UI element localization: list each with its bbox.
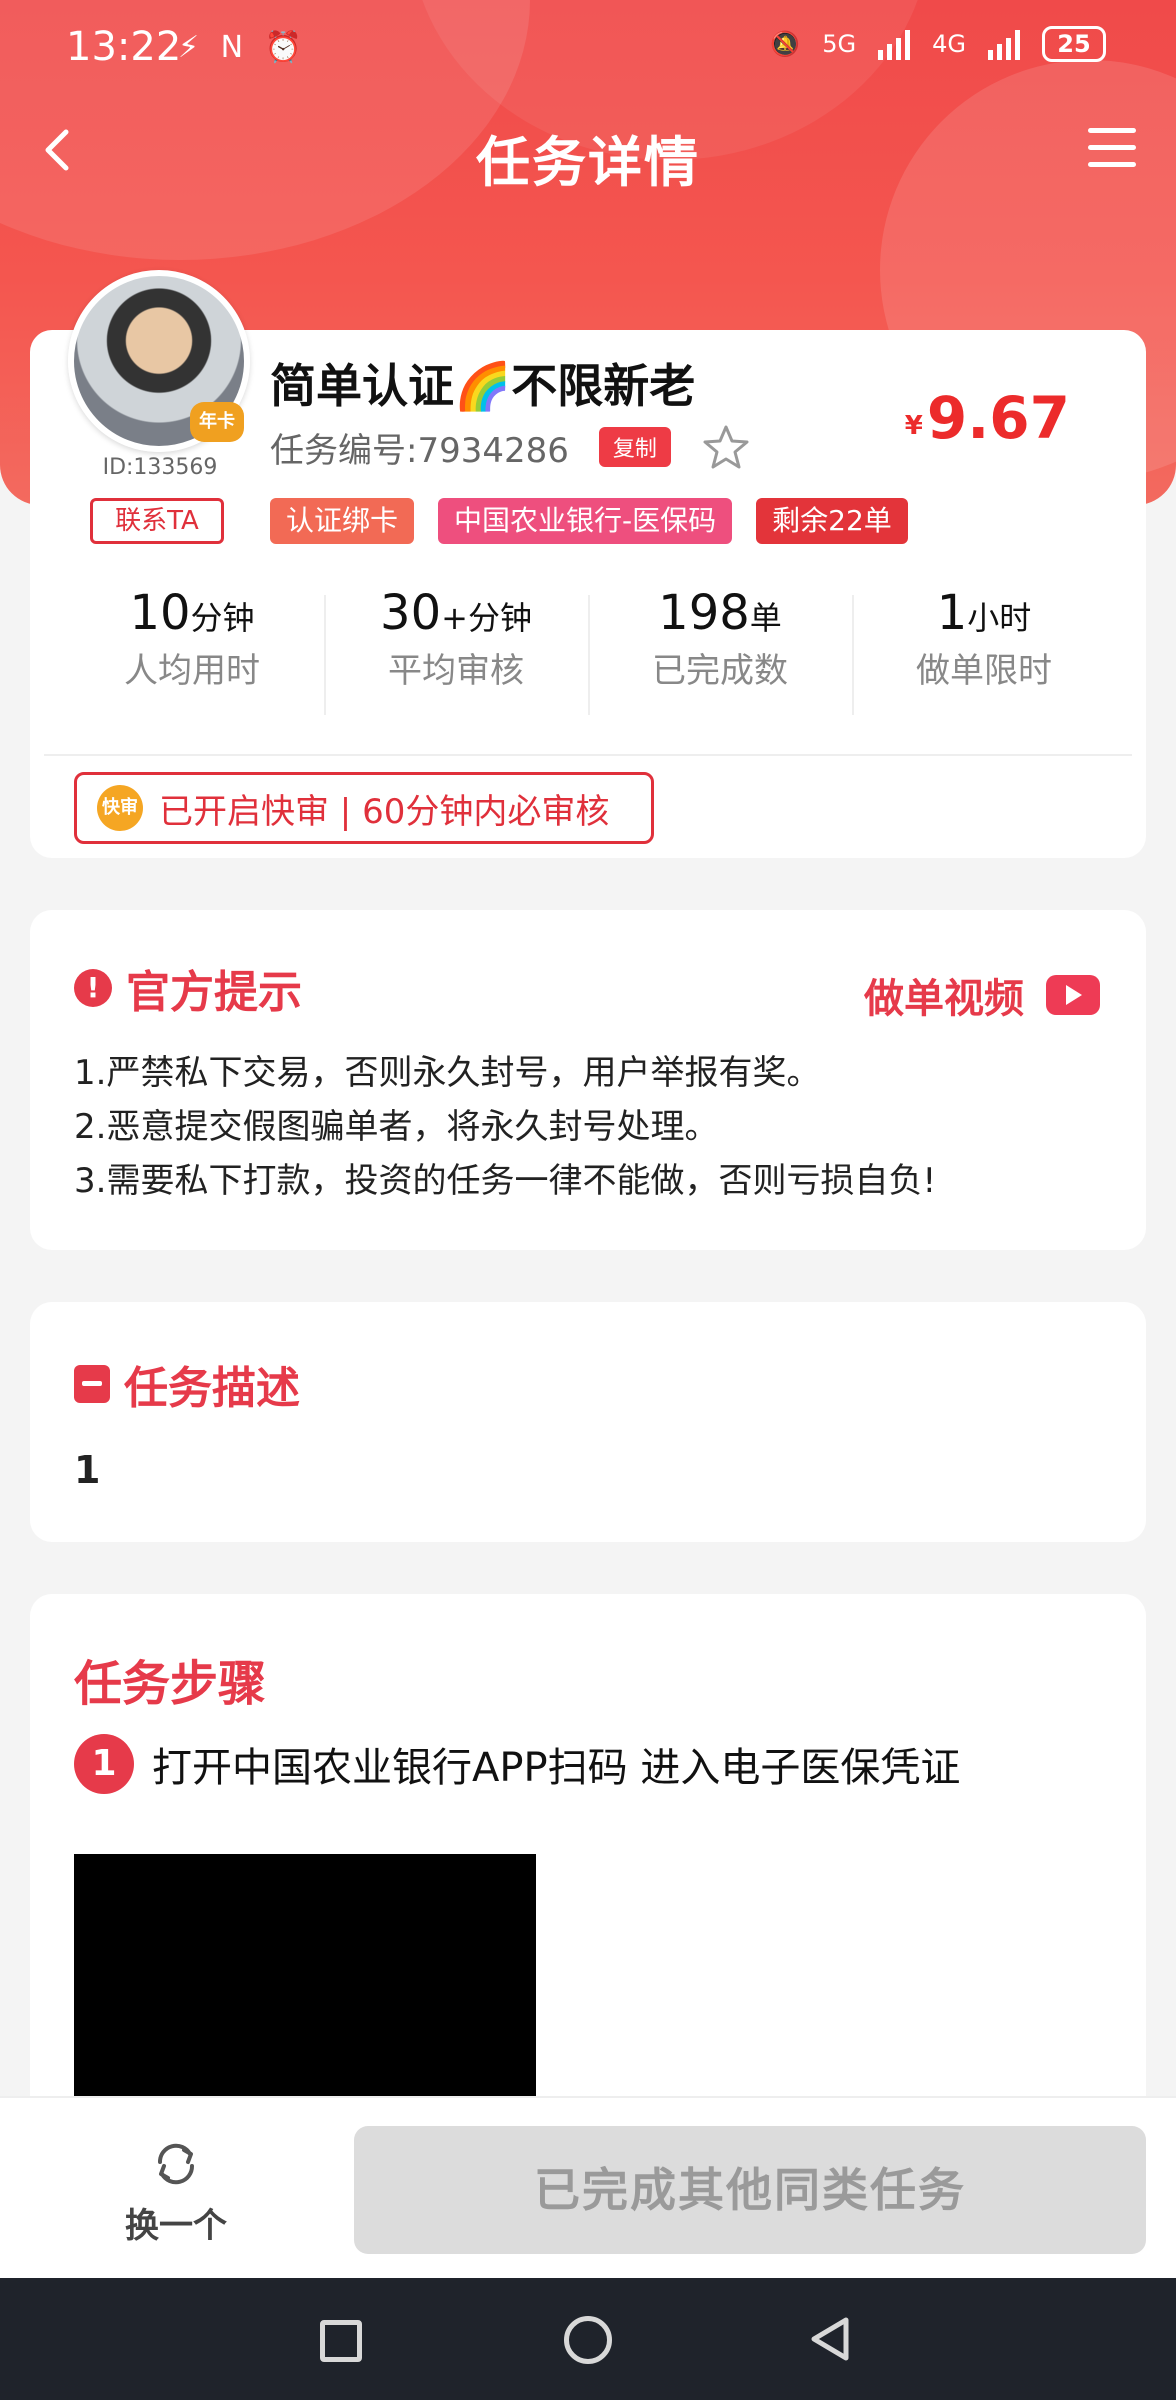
description-heading: 任务描述 bbox=[74, 1352, 300, 1416]
menu-icon[interactable] bbox=[1088, 128, 1136, 172]
alert-icon: ! bbox=[74, 969, 112, 1007]
notice-lines: 1.严禁私下交易，否则永久封号，用户举报有奖。 2.恶意提交假图骗单者，将永久封… bbox=[74, 1046, 936, 1208]
swap-task-button[interactable]: 换一个 bbox=[96, 2136, 256, 2247]
notice-line: 3.需要私下打款，投资的任务一律不能做，否则亏损自负! bbox=[74, 1161, 937, 1201]
stat-unit: 分钟 bbox=[190, 599, 255, 637]
avatar-badge: 年卡 bbox=[190, 402, 244, 442]
network-4g-label: 4G bbox=[932, 30, 966, 58]
battery-icon: 25 bbox=[1042, 26, 1106, 62]
stat-label: 人均用时 bbox=[124, 651, 260, 691]
step-image[interactable] bbox=[74, 1854, 536, 2114]
official-notice-card: ! 官方提示 做单视频 1.严禁私下交易，否则永久封号，用户举报有奖。 2.恶意… bbox=[30, 910, 1146, 1250]
status-bar: 13:22 ⚡ N ⏰ 🔕 5G 4G 25 bbox=[0, 0, 1176, 100]
recent-apps-icon[interactable] bbox=[320, 2320, 362, 2362]
price-value: 9.67 bbox=[926, 384, 1070, 452]
task-stats: 10分钟 人均用时 30+分钟 平均审核 198单 已完成数 1小时 做单限时 bbox=[60, 585, 1116, 715]
video-link-label: 做单视频 bbox=[864, 976, 1024, 1022]
stat-value: 10 bbox=[129, 585, 191, 641]
page-title: 任务详情 bbox=[476, 131, 700, 194]
notice-line: 1.严禁私下交易，否则永久封号，用户举报有奖。 bbox=[74, 1053, 821, 1093]
network-5g-label: 5G bbox=[822, 30, 857, 58]
mute-icon: 🔕 bbox=[770, 30, 801, 58]
task-price: ¥9.67 bbox=[905, 384, 1070, 452]
system-nav-bar bbox=[0, 2278, 1176, 2400]
task-title: 简单认证🌈不限新老 bbox=[270, 359, 696, 413]
signal-icon bbox=[988, 28, 1020, 60]
signal-icon bbox=[878, 28, 911, 60]
swap-task-label: 换一个 bbox=[125, 2206, 227, 2246]
navbar: 任务详情 bbox=[0, 110, 1176, 194]
stat-avg-review: 30+分钟 平均审核 bbox=[324, 585, 588, 715]
stat-time-limit: 1小时 做单限时 bbox=[852, 585, 1116, 715]
step-item: 1 打开中国农业银行APP扫码 进入电子医保凭证 bbox=[74, 1734, 960, 1794]
notice-heading: ! 官方提示 bbox=[74, 956, 302, 1020]
stat-value: 1 bbox=[936, 585, 968, 641]
step-number: 1 bbox=[74, 1734, 134, 1794]
copy-button[interactable]: 复制 bbox=[598, 427, 671, 467]
quick-review-text: 已开启快审 | 60分钟内必审核 bbox=[159, 791, 610, 832]
task-tags: 认证绑卡 中国农业银行-医保码 剩余22单 bbox=[270, 498, 908, 544]
stat-unit: +分钟 bbox=[441, 599, 532, 637]
tag-platform: 中国农业银行-医保码 bbox=[438, 498, 733, 544]
status-time: 13:22 bbox=[66, 24, 182, 70]
video-icon bbox=[1046, 975, 1100, 1015]
tag-category: 认证绑卡 bbox=[270, 498, 415, 544]
description-text: 1 bbox=[74, 1448, 101, 1492]
stat-value: 30 bbox=[380, 585, 442, 641]
steps-title: 任务步骤 bbox=[74, 1656, 267, 1712]
stat-label: 平均审核 bbox=[388, 651, 524, 691]
bottom-action-bar: 换一个 已完成其他同类任务 bbox=[0, 2096, 1176, 2278]
description-title: 任务描述 bbox=[124, 1363, 300, 1414]
task-steps-card: 任务步骤 1 打开中国农业银行APP扫码 进入电子医保凭证 bbox=[30, 1594, 1146, 2114]
home-icon[interactable] bbox=[564, 2316, 612, 2364]
stat-label: 做单限时 bbox=[916, 651, 1052, 691]
price-currency: ¥ bbox=[904, 411, 923, 441]
step-text: 打开中国农业银行APP扫码 进入电子医保凭证 bbox=[152, 1745, 961, 1791]
tag-remaining: 剩余22单 bbox=[756, 498, 908, 544]
status-left-icons: ⚡ N ⏰ bbox=[178, 30, 308, 65]
system-back-icon[interactable] bbox=[806, 2314, 856, 2364]
task-number-row: 任务编号:7934286 复制 bbox=[270, 422, 751, 472]
quick-review-icon: 快审 bbox=[97, 785, 143, 831]
stat-completed: 198单 已完成数 bbox=[588, 585, 852, 715]
task-description-card: 任务描述 1 bbox=[30, 1302, 1146, 1542]
quick-review-banner: 快审 已开启快审 | 60分钟内必审核 bbox=[74, 772, 654, 844]
task-video-link[interactable]: 做单视频 bbox=[864, 966, 1100, 1024]
stat-value: 198 bbox=[658, 585, 750, 641]
refresh-icon bbox=[157, 2143, 195, 2185]
notice-title: 官方提示 bbox=[126, 967, 302, 1018]
divider bbox=[44, 754, 1132, 756]
contact-button[interactable]: 联系TA bbox=[90, 498, 224, 544]
user-id: ID:133569 bbox=[102, 455, 218, 480]
task-number: 任务编号:7934286 bbox=[270, 430, 569, 471]
stat-unit: 单 bbox=[749, 599, 782, 637]
status-right-icons: 🔕 5G 4G 25 bbox=[770, 26, 1106, 62]
stat-label: 已完成数 bbox=[652, 651, 788, 691]
stat-avg-time: 10分钟 人均用时 bbox=[60, 585, 324, 715]
star-icon[interactable] bbox=[701, 422, 751, 472]
completed-similar-task-button[interactable]: 已完成其他同类任务 bbox=[354, 2126, 1146, 2254]
stat-unit: 小时 bbox=[967, 599, 1032, 637]
document-icon bbox=[74, 1365, 110, 1403]
notice-line: 2.恶意提交假图骗单者，将永久封号处理。 bbox=[74, 1107, 719, 1147]
